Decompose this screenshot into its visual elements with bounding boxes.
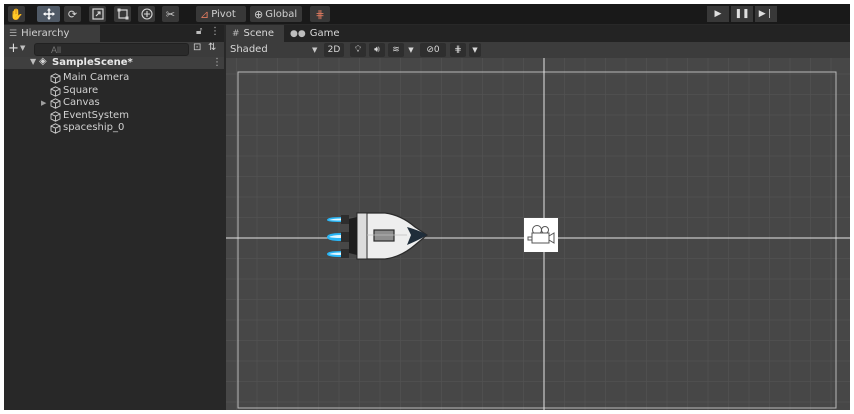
hierarchy-item-label: Main Camera [63,72,130,83]
pause-button[interactable]: ❚❚ [731,6,753,22]
global-label: Global [265,8,298,20]
tab-game[interactable]: ●● Game [286,25,340,42]
expand-arrow-icon[interactable]: ▶ [41,97,46,109]
hidden-count: 0 [433,45,440,55]
rect-tool-button[interactable] [114,6,131,22]
chevron-down-icon[interactable]: ▼ [20,44,25,52]
hierarchy-search-input[interactable] [34,43,189,56]
scene-name: SampleScene* [52,57,133,68]
chevron-down-icon: ▼ [472,46,478,54]
game-tab-label: Game [309,28,340,39]
shading-mode-value: Shaded [230,44,268,55]
scene-viewport[interactable] [226,58,850,410]
unity-editor-window: ✋ ⟳ ✂ ⊿ Pivot ⊕ Global ⋕ ▶ ❚❚ ▶❘ ☰ Hiera… [4,4,850,410]
step-icon: ▶❘ [758,9,774,19]
step-button[interactable]: ▶❘ [755,6,777,22]
2d-mode-toggle[interactable]: 2D [324,43,344,57]
lightbulb-icon: 💡︎ [354,45,362,55]
hierarchy-item-label: Square [63,84,99,96]
sort-icon[interactable]: ⇅ [208,42,216,53]
gameobject-cube-icon [50,123,61,134]
scene-tab-bar: # Scene ●● Game [226,25,850,42]
hierarchy-item-label: EventSystem [63,109,129,121]
play-button[interactable]: ▶ [707,6,729,22]
pivot-toggle[interactable]: ⊿ Pivot [196,6,246,22]
gameobject-cube-icon [50,98,61,109]
rotate-tool-button[interactable]: ⟳ [64,6,81,22]
layers-icon: ≋ [392,45,400,55]
audio-toggle[interactable]: 🔊︎ [369,43,385,57]
kebab-menu-icon[interactable]: ⋮ [210,26,220,37]
hierarchy-item-label: Canvas [63,97,100,108]
effects-dropdown[interactable]: ▼ [406,43,416,57]
shading-mode-dropdown[interactable]: Shaded ▼ [228,42,322,58]
hierarchy-item[interactable]: Main Camera [4,72,224,84]
effects-toggle[interactable]: ≋ [388,43,404,57]
scene-toolbar: Shaded ▼ 2D 💡︎ 🔊︎ ≋ ▼ ⊘0 ⋕ ▼ [226,42,850,58]
pivot-icon: ⊿ [200,7,210,21]
transform-icon [140,8,153,20]
global-toggle[interactable]: ⊕ Global [250,6,302,22]
scene-visibility-icon[interactable]: ⊡ [193,42,201,53]
tab-scene[interactable]: # Scene [226,25,284,42]
main-toolbar: ✋ ⟳ ✂ ⊿ Pivot ⊕ Global ⋕ ▶ ❚❚ ▶❘ [4,4,850,24]
scale-tool-button[interactable] [89,6,106,22]
globe-icon: ⊕ [254,7,264,21]
eye-slash-icon: ⊘ [426,45,434,55]
hierarchy-item[interactable]: EventSystem [4,110,224,122]
lock-icon[interactable]: 🔓︎ [196,26,202,37]
lighting-toggle[interactable]: 💡︎ [350,43,366,57]
chevron-down-icon: ▼ [312,46,318,54]
gamepad-icon: ●● [290,28,306,39]
scene-root-row[interactable]: ▼ ◈ SampleScene* ⋮ [4,56,224,69]
hand-tool-button[interactable]: ✋ [8,6,25,22]
grid-toggle[interactable]: ⋕ [450,43,466,57]
add-object-button[interactable]: + [8,42,19,56]
2d-mode-label: 2D [327,45,341,55]
hierarchy-tree: ▼ ◈ SampleScene* ⋮ Main Camera Square ▶ Can… [4,56,224,410]
hierarchy-item[interactable]: ▶ Canvas [4,97,224,109]
thruster-flames [327,217,341,257]
gameobject-cube-icon [50,85,61,97]
expand-arrow-icon[interactable]: ▼ [30,57,36,66]
hierarchy-tab-bar: ☰ Hierarchy 🔓︎ ⋮ [4,25,224,42]
move-tool-button[interactable] [37,6,60,22]
chevron-down-icon: ▼ [408,46,414,54]
tools-icon: ✂ [165,7,176,21]
grid-toggle-icon: ⋕ [454,45,462,55]
list-icon: ☰ [9,28,18,39]
hierarchy-tab-label: Hierarchy [21,28,70,39]
grid-dropdown[interactable]: ▼ [469,43,481,57]
play-icon: ▶ [714,9,722,19]
pause-icon: ❚❚ [734,9,750,19]
hierarchy-item-label: spaceship_0 [63,122,125,133]
tab-hierarchy[interactable]: ☰ Hierarchy [4,25,100,42]
gameobject-cube-icon [50,73,61,84]
camera-gizmo[interactable] [524,218,558,252]
rect-tool-icon [117,8,128,20]
camera-icon [527,225,555,244]
scene-menu-icon[interactable]: ⋮ [212,57,222,69]
hidden-objects-toggle[interactable]: ⊘0 [420,43,446,57]
hand-icon: ✋ [9,7,24,21]
pivot-label: Pivot [211,8,236,20]
unity-scene-icon: ◈ [39,56,47,67]
grid-icon: # [232,28,240,39]
hierarchy-toolbar: + ▼ ⚲ ⊡ ⇅ [4,42,224,57]
move-icon [42,8,55,20]
spaceship-sprite[interactable] [323,211,433,263]
grid-snap-icon: ⋕ [315,7,325,21]
gameobject-cube-icon [50,110,61,122]
rotate-icon: ⟳ [67,7,78,21]
custom-tool-button[interactable]: ✂ [162,6,179,22]
transform-tool-button[interactable] [138,6,155,22]
hierarchy-item[interactable]: Square [4,85,224,97]
scene-tab-label: Scene [243,28,275,39]
speaker-icon: 🔊︎ [374,45,380,55]
scale-icon [91,8,104,20]
grid-snap-button[interactable]: ⋕ [310,6,330,22]
hierarchy-item[interactable]: spaceship_0 [4,122,224,134]
